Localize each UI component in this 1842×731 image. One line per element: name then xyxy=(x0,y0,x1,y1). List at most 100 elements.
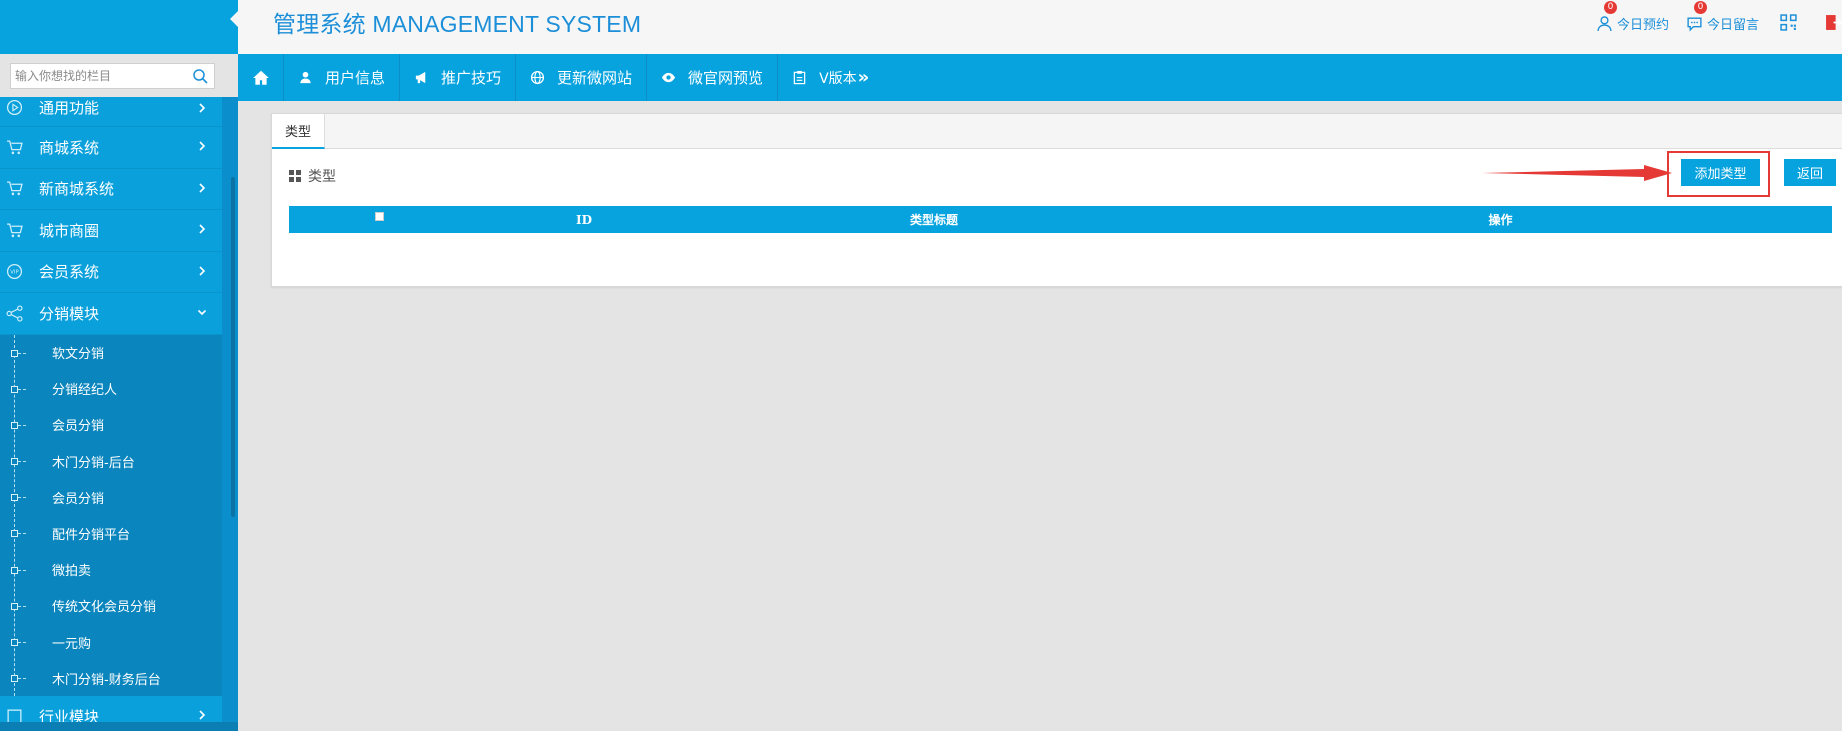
logout-icon xyxy=(1826,15,1842,30)
submenu-item[interactable]: 会员分销 xyxy=(0,479,222,515)
today-messages[interactable]: 0 今日留言 xyxy=(1686,1,1760,33)
select-all-checkbox[interactable] xyxy=(374,211,384,221)
sidebar-item-label: 新商城系统 xyxy=(39,180,115,199)
sidebar-footer-bar xyxy=(0,722,238,731)
messages-label: 今日留言 xyxy=(1707,18,1760,33)
submenu-item-label: 木门分销-财务后台 xyxy=(52,672,161,688)
cart-icon xyxy=(7,140,23,154)
chevron-right-icon xyxy=(199,103,206,113)
select-all-header xyxy=(289,206,469,233)
appointments-label: 今日预约 xyxy=(1617,18,1670,33)
submenu-item[interactable]: 传统文化会员分销 xyxy=(0,588,222,624)
column-header-actions: 操作 xyxy=(1169,206,1832,233)
nav-version[interactable]: V版本 » xyxy=(778,54,883,101)
chevron-right-icon xyxy=(199,141,206,151)
submenu-item[interactable]: 木门分销-后台 xyxy=(0,443,222,479)
sidebar-item-label: 商城系统 xyxy=(39,138,100,157)
submenu-item-label: 会员分销 xyxy=(52,419,105,435)
user-outline-icon xyxy=(1597,16,1612,31)
sidebar-item-common-functions[interactable]: 通用功能 xyxy=(0,97,222,127)
share-icon xyxy=(6,305,23,322)
chevron-right-icon xyxy=(199,224,206,234)
search-icon[interactable] xyxy=(192,68,208,84)
nav-promotion-tips-label: 推广技巧 xyxy=(441,69,502,87)
type-table: ID 类型标题 操作 xyxy=(289,206,1832,233)
logout-button[interactable] xyxy=(1825,14,1842,31)
chevron-right-icon xyxy=(199,710,206,720)
submenu-item-label: 分销经纪人 xyxy=(52,383,118,399)
submenu-item-label: 会员分销 xyxy=(52,491,105,507)
messages-badge: 0 xyxy=(1694,1,1707,14)
sidebar-item-mall-system[interactable]: 商城系统 xyxy=(0,127,222,169)
nav-promotion-tips[interactable]: 推广技巧 xyxy=(400,54,517,101)
submenu-item[interactable]: 会员分销 xyxy=(0,407,222,443)
vip-icon: VIP xyxy=(6,264,23,280)
appointments-badge: 0 xyxy=(1604,1,1617,14)
section-title-label: 类型 xyxy=(308,169,336,185)
column-header-id: ID xyxy=(469,206,699,233)
table-header-row: ID 类型标题 操作 xyxy=(289,206,1832,233)
submenu-item-label: 木门分销-后台 xyxy=(52,455,135,471)
section-title: 类型 xyxy=(289,166,336,186)
submenu-item[interactable]: 分销经纪人 xyxy=(0,371,222,407)
sidebar-item-new-mall-system[interactable]: 新商城系统 xyxy=(0,168,222,210)
cart-icon xyxy=(7,181,23,196)
sidebar-item-member-system[interactable]: VIP 会员系统 xyxy=(0,251,222,293)
double-chevron-right-icon[interactable]: » xyxy=(858,68,870,87)
sidebar-scrollbar[interactable] xyxy=(231,177,235,517)
sidebar-item-label: 分销模块 xyxy=(39,304,100,323)
top-navbar: 用户信息 推广技巧 更新微网站 微官网预览 V版本 » xyxy=(238,54,1842,101)
play-circle-icon xyxy=(6,99,23,116)
eye-icon xyxy=(661,72,676,83)
sidebar-item-distribution[interactable]: 分销模块 xyxy=(0,293,222,335)
submenu-item[interactable]: 配件分销平台 xyxy=(0,515,222,551)
submenu-item-label: 配件分销平台 xyxy=(52,528,131,544)
today-appointments[interactable]: 0 今日预约 xyxy=(1596,1,1670,33)
nav-user-info[interactable]: 用户信息 xyxy=(284,54,401,101)
header: 管理系统 MANAGEMENT SYSTEM 0 今日预约 0 今日留言 xyxy=(238,0,1842,54)
grid-icon xyxy=(289,170,301,182)
qrcode-button[interactable] xyxy=(1780,14,1797,31)
search-input[interactable] xyxy=(11,64,187,88)
chevron-down-icon xyxy=(197,309,207,316)
cart-icon xyxy=(7,223,23,237)
nav-update-microsite-label: 更新微网站 xyxy=(557,69,633,87)
page-title: 管理系统 MANAGEMENT SYSTEM xyxy=(273,11,642,37)
submenu-item[interactable]: 微拍卖 xyxy=(0,552,222,588)
nav-preview-site[interactable]: 微官网预览 xyxy=(647,54,779,101)
submenu-item[interactable]: 一元购 xyxy=(0,624,222,660)
content-panel: 类型 类型 添加类型 返回 ID 类型标题 操作 xyxy=(271,113,1842,287)
clipboard-icon xyxy=(793,70,806,85)
qrcode-icon xyxy=(1780,14,1797,31)
chat-bubble-icon xyxy=(1687,17,1702,32)
svg-text:VIP: VIP xyxy=(10,270,19,276)
column-header-title: 类型标题 xyxy=(699,206,1169,233)
submenu-item[interactable]: 软文分销 xyxy=(0,335,222,371)
globe-icon xyxy=(530,70,545,85)
add-type-button[interactable]: 添加类型 xyxy=(1681,159,1760,186)
nav-update-microsite[interactable]: 更新微网站 xyxy=(516,54,648,101)
submenu-item-label: 传统文化会员分销 xyxy=(52,600,157,616)
sidebar-item-city-business[interactable]: 城市商圈 xyxy=(0,210,222,252)
nav-preview-site-label: 微官网预览 xyxy=(688,69,764,87)
sidebar-search xyxy=(10,63,215,89)
sidebar-item-label: 会员系统 xyxy=(39,263,100,282)
back-button[interactable]: 返回 xyxy=(1784,159,1836,186)
sidebar-submenu-distribution: 软文分销 分销经纪人 会员分销 木门分销-后台 会员分销 配件分销平台 微拍卖 … xyxy=(0,334,222,697)
submenu-item-label: 微拍卖 xyxy=(52,564,92,580)
user-icon xyxy=(300,71,311,84)
submenu-item-label: 一元购 xyxy=(52,636,92,652)
nav-home[interactable] xyxy=(238,54,284,101)
sidebar: 通用功能 商城系统 新商城系统 城市商圈 VIP 会员系统 分销模块 软文分销 … xyxy=(0,97,238,731)
red-arrow-annotation xyxy=(1482,165,1672,181)
submenu-item[interactable]: 木门分销-财务后台 xyxy=(0,660,222,696)
sidebar-item-label: 城市商圈 xyxy=(39,221,100,240)
sidebar-header xyxy=(0,0,239,54)
nav-user-info-label: 用户信息 xyxy=(325,69,386,87)
chevron-right-icon xyxy=(199,182,206,193)
sidebar-item-label: 通用功能 xyxy=(39,99,100,117)
tab-type[interactable]: 类型 xyxy=(272,114,325,149)
nav-version-label: V版本 xyxy=(819,70,857,87)
submenu-item-label: 软文分销 xyxy=(52,347,105,363)
chevron-right-icon xyxy=(199,265,206,276)
